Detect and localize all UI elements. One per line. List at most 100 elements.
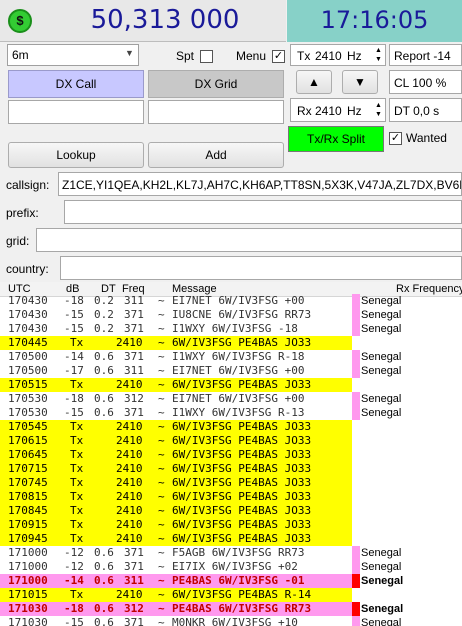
table-row[interactable]: 170430 -15 0.2 371 ~ I1WXY 6W/IV3FSG -18 Seneg… [0, 322, 462, 336]
decode-table[interactable]: UTC dB DT Freq Message Rx Frequency 1704… [0, 282, 462, 626]
down-arrow-button[interactable]: ▼ [342, 70, 378, 94]
cell-db: -18 [64, 602, 84, 615]
table-row[interactable]: 170515 Tx 2410 ~6W/IV3FSG PE4BAS JO33 [0, 378, 462, 392]
cell-message: PE4BAS 6W/IV3FSG RR73 [172, 602, 312, 615]
dt-spinbox[interactable]: DT 0,0 s [389, 98, 462, 122]
cell-freq: 371 [124, 350, 144, 363]
table-row[interactable]: 170615 Tx 2410 ~6W/IV3FSG PE4BAS JO33 [0, 434, 462, 448]
dx-call-button[interactable]: DX Call [8, 70, 144, 98]
cell-db: -15 [64, 406, 84, 419]
cell-db: Tx [70, 476, 84, 489]
table-row[interactable]: 170715 Tx 2410 ~6W/IV3FSG PE4BAS JO33 [0, 462, 462, 476]
cell-freq: 2410 [116, 504, 143, 517]
cell-tilde: ~ [158, 420, 165, 433]
table-row[interactable]: 171015 Tx 2410 ~6W/IV3FSG PE4BAS R-14 [0, 588, 462, 602]
cell-freq: 2410 [116, 336, 143, 349]
prefix-filter-field[interactable] [64, 200, 462, 224]
cell-message: 6W/IV3FSG PE4BAS JO33 [172, 462, 312, 475]
wanted-checkbox[interactable]: ✓ [389, 132, 402, 145]
country-marker [352, 406, 360, 420]
table-row[interactable]: 170945 Tx 2410 ~6W/IV3FSG PE4BAS JO33 [0, 532, 462, 546]
menu-checkbox[interactable]: ✓ [272, 50, 285, 63]
cell-freq: 2410 [116, 518, 143, 531]
dx-grid-button[interactable]: DX Grid [148, 70, 284, 98]
chevron-down-icon: ▼ [125, 48, 134, 58]
cell-freq: 371 [124, 406, 144, 419]
cell-freq: 312 [124, 602, 144, 615]
table-row[interactable]: 171000 -12 0.6 371 ~ F5AGB 6W/IV3FSG RR73 Sene… [0, 546, 462, 560]
spin-arrows-icon[interactable]: ▲ ▼ [375, 101, 382, 119]
cell-tilde: ~ [158, 588, 165, 601]
dx-grid-field[interactable] [148, 100, 284, 124]
table-row[interactable]: 171030 -18 0.6 312 ~ PE4BAS 6W/IV3FSG RR73 Sen… [0, 602, 462, 616]
table-row[interactable]: 170645 Tx 2410 ~6W/IV3FSG PE4BAS JO33 [0, 448, 462, 462]
table-row[interactable]: 170545 Tx 2410 ~6W/IV3FSG PE4BAS JO33 [0, 420, 462, 434]
cell-freq: 2410 [116, 588, 143, 601]
table-row[interactable]: 171030 -15 0.6 371 ~ M0NKR 6W/IV3FSG +10 Seneg… [0, 616, 462, 626]
table-row[interactable]: 170445 Tx 2410 ~6W/IV3FSG PE4BAS JO33 [0, 336, 462, 350]
grid-filter-field[interactable] [36, 228, 462, 252]
cell-utc: 170500 [8, 350, 48, 363]
cell-tilde: ~ [158, 350, 165, 363]
callsign-filter-field[interactable]: Z1CE,YI1QEA,KH2L,KL7J,AH7C,KH6AP,TT8SN,5… [58, 172, 462, 196]
spin-arrows-icon[interactable]: ▲ ▼ [375, 46, 382, 64]
table-row[interactable]: 170530 -18 0.6 312 ~ EI7NET 6W/IV3FSG +00 Sene… [0, 392, 462, 406]
txrx-split-button[interactable]: Tx/Rx Split [288, 126, 384, 152]
cell-dt: 0.2 [94, 322, 114, 335]
table-row[interactable]: 170845 Tx 2410 ~6W/IV3FSG PE4BAS JO33 [0, 504, 462, 518]
tx-frequency-spinbox[interactable]: Tx 2410 Hz ▲ ▼ [290, 44, 386, 66]
country-marker [352, 602, 360, 616]
country-filter-field[interactable] [60, 256, 462, 280]
cell-message: IU8CNE 6W/IV3FSG RR73 [172, 308, 312, 321]
table-row[interactable]: 170500 -17 0.6 311 ~ EI7NET 6W/IV3FSG +00 Sene… [0, 364, 462, 378]
rx-frequency-spinbox[interactable]: Rx 2410 Hz ▲ ▼ [290, 98, 386, 122]
cell-dt: 0.6 [94, 364, 114, 377]
cell-country: Senegal [361, 547, 402, 559]
cell-freq: 2410 [116, 462, 143, 475]
dx-call-field[interactable] [8, 100, 144, 124]
cell-country: Senegal [361, 407, 402, 419]
cell-tilde: ~ [158, 560, 165, 573]
dt-value: DT 0,0 s [394, 104, 440, 118]
cell-utc: 170530 [8, 406, 48, 419]
table-row[interactable]: 170915 Tx 2410 ~6W/IV3FSG PE4BAS JO33 [0, 518, 462, 532]
spt-checkbox[interactable] [200, 50, 213, 63]
band-value: 6m [12, 48, 29, 62]
dx-grid-label: DX Grid [194, 77, 238, 91]
cell-db: -15 [64, 616, 84, 626]
cell-country: Senegal [361, 561, 402, 573]
cell-utc: 170430 [8, 294, 48, 307]
cell-utc: 170545 [8, 420, 48, 433]
down-arrow-icon: ▼ [354, 75, 366, 89]
band-select[interactable]: 6m ▼ [7, 44, 139, 66]
cell-tilde: ~ [158, 406, 165, 419]
cell-tilde: ~ [158, 364, 165, 377]
table-row[interactable]: 170530 -15 0.6 371 ~ I1WXY 6W/IV3FSG R-13 Sene… [0, 406, 462, 420]
add-button[interactable]: Add [148, 142, 284, 168]
table-row[interactable]: 170500 -14 0.6 371 ~ I1WXY 6W/IV3FSG R-18 Sene… [0, 350, 462, 364]
table-row[interactable]: 171000 -12 0.6 371 ~ EI7IX 6W/IV3FSG +02 Seneg… [0, 560, 462, 574]
cell-message: EI7NET 6W/IV3FSG +00 [172, 294, 305, 307]
report-spinbox[interactable]: Report -14 [389, 44, 462, 66]
table-row[interactable]: 170815 Tx 2410 ~6W/IV3FSG PE4BAS JO33 [0, 490, 462, 504]
cell-freq: 2410 [116, 378, 143, 391]
cl-spinbox[interactable]: CL 100 % [389, 70, 462, 94]
cell-message: EI7NET 6W/IV3FSG +00 [172, 392, 305, 405]
country-marker [352, 308, 360, 322]
cell-message: M0NKR 6W/IV3FSG +10 [172, 616, 298, 626]
cell-utc: 170945 [8, 532, 48, 545]
country-label: country: [6, 262, 49, 276]
cell-db: Tx [70, 420, 84, 433]
lookup-button[interactable]: Lookup [8, 142, 144, 168]
cell-db: Tx [70, 336, 84, 349]
cell-country: Senegal [361, 309, 402, 321]
table-row[interactable]: 170745 Tx 2410 ~6W/IV3FSG PE4BAS JO33 [0, 476, 462, 490]
table-row[interactable]: 170430 -18 0.2 311 ~ EI7NET 6W/IV3FSG +00 Sene… [0, 294, 462, 308]
table-row[interactable]: 170430 -15 0.2 371 ~ IU8CNE 6W/IV3FSG RR73 Sen… [0, 308, 462, 322]
cell-utc: 171000 [8, 560, 48, 573]
dollar-icon[interactable]: $ [8, 9, 32, 33]
txrx-split-label: Tx/Rx Split [306, 132, 365, 146]
up-arrow-button[interactable]: ▲ [296, 70, 332, 94]
cell-tilde: ~ [158, 336, 165, 349]
table-row[interactable]: 171000 -14 0.6 311 ~ PE4BAS 6W/IV3FSG -01 Sene… [0, 574, 462, 588]
